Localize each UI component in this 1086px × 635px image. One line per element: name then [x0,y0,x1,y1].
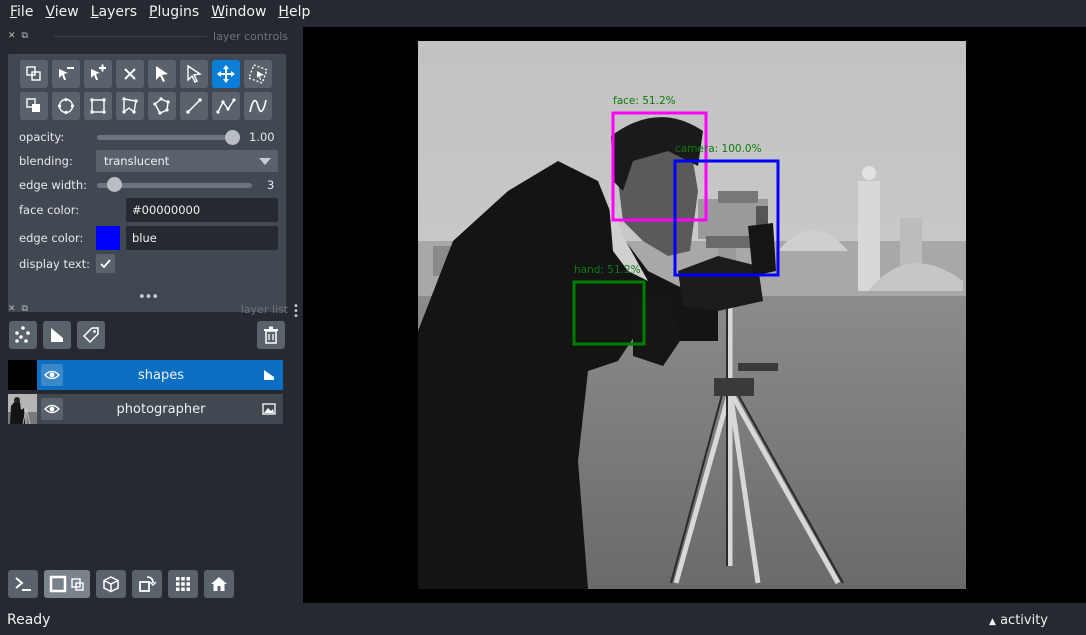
checkmark-icon [100,259,111,269]
camera-bounding-box[interactable] [673,159,780,277]
transpose-button[interactable] [132,570,162,598]
eye-icon [44,370,60,380]
square-2d-icon [49,575,84,593]
menu-view[interactable]: View [39,0,84,24]
direct-select-icon[interactable] [180,60,208,88]
image-layer-icon [259,402,279,416]
layer-controls-title: layer controls [213,29,288,43]
shapes-overlay[interactable] [303,27,1086,603]
label-tag-icon [82,327,99,344]
eye-icon [44,404,60,414]
face-color-field[interactable]: #00000000 [126,198,278,222]
visibility-toggle[interactable] [41,364,63,386]
dock-side-handle[interactable]: • • • [293,302,299,322]
roll-dimensions-button[interactable] [96,570,126,598]
viewer-canvas[interactable]: face: 51.2% camera: 100.0% hand: 51.2% [303,27,1086,603]
opacity-value: 1.00 [249,130,275,144]
tool-row-2 [20,92,272,120]
layer-thumbnail [8,394,37,425]
pan-zoom-icon[interactable] [212,60,240,88]
hand-annotation-label: hand: 51.2% [574,264,641,276]
shapes-icon [51,328,63,342]
shape-reorder-down-icon[interactable] [20,92,48,120]
opacity-slider-handle[interactable] [225,130,240,145]
dock-close-icon[interactable]: ✕ [8,304,16,314]
ndisplay-toggle-button[interactable] [44,570,90,598]
rectangle-tool-icon[interactable] [84,92,112,120]
display-text-label: display text: [19,257,91,271]
add-vertex-icon[interactable] [84,60,112,88]
opacity-label: opacity: [19,130,65,144]
face-color-label: face color: [19,203,80,217]
menu-file[interactable]: File [4,0,39,24]
visibility-toggle[interactable] [41,398,63,420]
layer-controls-panel: opacity: 1.00 blending: translucent edge… [8,54,286,312]
home-button[interactable] [204,570,234,598]
new-shapes-layer-button[interactable] [43,321,71,349]
camera-annotation-label: camera: 100.0% [675,143,762,155]
freehand-tool-icon[interactable] [244,92,272,120]
layer-name[interactable]: shapes [63,368,259,383]
dock-close-icon[interactable]: ✕ [8,31,16,41]
face-bounding-box[interactable] [611,111,708,222]
new-points-layer-button[interactable] [9,321,37,349]
edge-color-field[interactable]: blue [126,226,278,250]
tool-row-1 [20,60,272,88]
edge-width-value: 3 [267,178,275,192]
layer-thumbnail [8,360,37,390]
caret-up-icon: ▲ [989,617,996,627]
layer-controls-title-bar: ✕ ⧉ layer controls [8,28,288,44]
edge-color-label: edge color: [19,231,84,245]
dock-float-icon[interactable]: ⧉ [22,31,28,41]
opacity-slider[interactable] [97,135,240,140]
status-text: Ready [7,612,51,628]
home-icon [211,577,227,591]
menu-help[interactable]: Help [272,0,316,24]
new-labels-layer-button[interactable] [77,321,105,349]
blending-label: blending: [19,154,73,168]
layer-name[interactable]: photographer [63,402,259,417]
layer-row-shapes[interactable]: shapes [8,360,283,390]
trash-icon [264,326,278,344]
menu-plugins[interactable]: Plugins [143,0,205,24]
chevron-down-icon [259,158,271,165]
edge-width-slider-handle[interactable] [107,177,122,192]
shape-reorder-up-icon[interactable] [20,60,48,88]
grid-view-button[interactable] [168,570,198,598]
grid-icon [176,577,190,591]
menu-bar: File View Layers Plugins Window Help [0,0,1086,24]
polygon-lasso-icon[interactable] [148,92,176,120]
ellipse-tool-icon[interactable] [52,92,80,120]
display-text-checkbox[interactable] [96,254,115,273]
points-icon [15,326,30,343]
layer-row-photographer[interactable]: photographer [8,394,283,425]
viewer-buttons [8,570,234,598]
cube-icon [103,576,119,593]
delete-layer-button[interactable] [257,321,285,349]
blending-combobox[interactable]: translucent [96,150,278,172]
menu-layers[interactable]: Layers [85,0,143,24]
console-button[interactable] [8,570,38,598]
polygon-tool-icon[interactable] [116,92,144,120]
dock-float-icon[interactable]: ⧉ [22,304,28,314]
face-annotation-label: face: 51.2% [613,95,676,107]
layer-list-title: layer list [240,302,288,316]
hand-bounding-box[interactable] [572,280,646,346]
line-tool-icon[interactable] [180,92,208,120]
console-icon [15,577,31,591]
status-bar: Ready ▲ activity [0,603,1086,635]
transpose-icon [139,576,157,592]
path-tool-icon[interactable] [212,92,240,120]
edge-color-swatch[interactable] [96,226,120,250]
menu-window[interactable]: Window [205,0,272,24]
layer-list-title-bar: ✕ ⧉ layer list [8,301,288,317]
select-shape-icon[interactable] [148,60,176,88]
delete-shape-icon[interactable] [116,60,144,88]
edge-width-label: edge width: [19,178,87,192]
left-dock: ✕ ⧉ layer controls opacity: 1.00 blendin… [0,24,299,603]
remove-vertex-icon[interactable] [52,60,80,88]
transform-icon[interactable] [244,60,272,88]
activity-button[interactable]: ▲ activity [989,613,1048,628]
shapes-layer-icon [259,368,279,382]
